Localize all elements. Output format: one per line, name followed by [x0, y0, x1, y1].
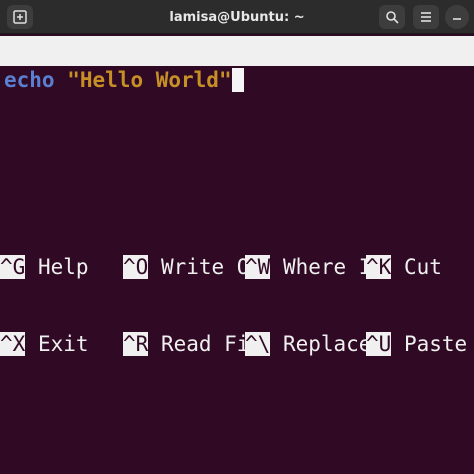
shortcut-paste[interactable]: ^U Paste [366, 330, 467, 359]
editor-line-1[interactable]: echo "Hello World" [4, 67, 244, 93]
hamburger-menu-icon [421, 12, 431, 22]
shortcut-label: Read Fi [148, 332, 250, 356]
shortcut-key: ^U [366, 332, 392, 356]
shortcut-label: Exit [25, 332, 89, 356]
text-cursor [231, 68, 244, 92]
shortcut-cut[interactable]: ^K Cut [366, 253, 442, 282]
shortcut-write-out[interactable]: ^O Write O [123, 253, 249, 282]
minimize-button[interactable] [445, 5, 469, 29]
shortcut-key: ^K [366, 255, 392, 279]
shortcut-read-file[interactable]: ^R Read Fi [123, 330, 249, 359]
shortcut-bar: ^G Help ^O Write O ^W Where I ^K Cut ^X … [0, 205, 474, 383]
shortcut-label: Write O [148, 255, 250, 279]
shortcut-label: Cut [391, 255, 442, 279]
shortcut-label: Replace [270, 332, 372, 356]
shortcut-help[interactable]: ^G Help [0, 253, 89, 282]
shortcut-key: ^W [245, 255, 271, 279]
shortcut-label: Where I [270, 255, 372, 279]
terminal-titlebar: lamisa@Ubuntu: ~ [0, 0, 474, 34]
shortcut-key: ^\ [245, 332, 271, 356]
shortcut-key: ^R [123, 332, 149, 356]
shortcut-replace[interactable]: ^\ Replace [245, 330, 371, 359]
code-keyword: echo [4, 68, 55, 92]
shortcut-exit[interactable]: ^X Exit [0, 330, 89, 359]
shortcut-key: ^O [123, 255, 149, 279]
nano-title-bar: GNU nano 6.2 bin/hello_world.sh * [0, 36, 474, 93]
shortcut-where-is[interactable]: ^W Where I [245, 253, 371, 282]
shortcut-label: Help [25, 255, 89, 279]
code-string: "Hello World" [67, 68, 232, 92]
menu-button[interactable] [413, 5, 439, 29]
search-icon [386, 11, 399, 24]
shortcut-key: ^G [0, 255, 26, 279]
shortcut-row: ^X Exit ^R Read Fi ^\ Replace ^U Paste [0, 330, 474, 359]
search-button[interactable] [379, 5, 405, 29]
shortcut-key: ^X [0, 332, 26, 356]
shortcut-row: ^G Help ^O Write O ^W Where I ^K Cut [0, 253, 474, 282]
shortcut-label: Paste [391, 332, 468, 356]
minimize-icon [453, 18, 461, 20]
